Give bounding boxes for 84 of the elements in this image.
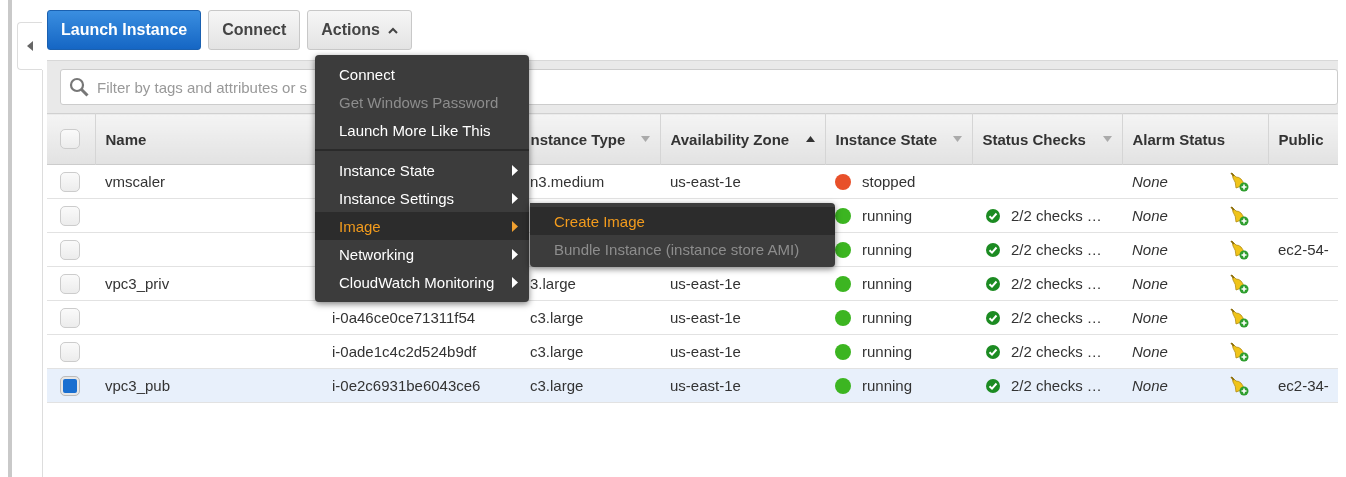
alarm-add-icon[interactable]	[1230, 205, 1250, 226]
table-cell: n3.medium	[530, 173, 605, 190]
check-circle-icon	[986, 344, 1000, 359]
alarm-add-icon[interactable]	[1230, 341, 1250, 362]
alarm-add-icon[interactable]	[1230, 171, 1250, 192]
table-cell: running	[862, 377, 913, 394]
table-cell: running	[862, 309, 913, 326]
table-cell: c3.large	[530, 309, 584, 326]
table-cell: 2/2 checks …	[1011, 377, 1102, 394]
check-circle-icon	[986, 276, 1000, 291]
column-header[interactable]: Public	[1278, 130, 1324, 148]
row-checkbox[interactable]	[60, 239, 80, 260]
column-header[interactable]: Alarm Status	[1132, 130, 1226, 148]
table-cell: i-0a46ce0ce71311f54	[332, 309, 476, 326]
alarm-add-icon[interactable]	[1230, 273, 1250, 294]
table-cell: 3.large	[530, 275, 576, 292]
check-circle-icon	[986, 208, 1000, 223]
table-cell: 2/2 checks …	[1011, 343, 1102, 360]
check-circle-icon	[986, 310, 1000, 325]
column-header[interactable]: nstance Type	[530, 130, 626, 148]
search-icon	[69, 77, 89, 97]
column-header[interactable]: Instance State	[835, 130, 938, 148]
check-circle-icon	[986, 242, 1000, 257]
table-cell: i-0ade1c4c2d524b9df	[332, 343, 477, 360]
menu-item[interactable]: Instance Settings	[315, 184, 529, 212]
toolbar-button[interactable]: Connect	[208, 10, 301, 50]
row-checkbox[interactable]	[60, 171, 80, 192]
row-checkbox[interactable]	[60, 375, 80, 396]
table-cell: vpc3_priv	[105, 275, 170, 292]
alarm-add-icon[interactable]	[1230, 307, 1250, 328]
table-cell: us-east-1e	[670, 309, 741, 326]
collapse-panel-tab[interactable]	[17, 22, 42, 70]
table-cell: ec2-54-	[1278, 241, 1329, 258]
dropdown-caret-icon[interactable]	[952, 136, 962, 142]
table-cell: 2/2 checks …	[1011, 241, 1102, 258]
table-cell: stopped	[862, 173, 916, 190]
table-cell: None	[1132, 173, 1168, 190]
caret-left-icon	[27, 41, 33, 51]
menu-item[interactable]: Launch More Like This	[315, 116, 529, 144]
table-cell: running	[862, 207, 913, 224]
table-cell: us-east-1e	[670, 275, 741, 292]
table-cell: 2/2 checks …	[1011, 309, 1102, 326]
column-header[interactable]: Name	[105, 130, 147, 148]
table-cell: None	[1132, 343, 1168, 360]
table-cell: us-east-1e	[670, 173, 741, 190]
table-cell: vmscaler	[105, 173, 165, 190]
table-cell: us-east-1e	[670, 343, 741, 360]
row-checkbox[interactable]	[60, 341, 80, 362]
column-header[interactable]: Status Checks	[982, 130, 1086, 148]
dropdown-caret-icon[interactable]	[1102, 136, 1112, 142]
menu-item[interactable]: Instance State	[315, 156, 529, 184]
select-all-checkbox[interactable]	[60, 129, 80, 149]
menu-item[interactable]: Networking	[315, 240, 529, 268]
table-cell: None	[1132, 377, 1168, 394]
row-checkbox[interactable]	[60, 307, 80, 328]
table-cell: c3.large	[530, 377, 584, 394]
table-cell: c3.large	[530, 343, 584, 360]
table-cell: i-0e2c6931be6043ce6	[332, 377, 481, 394]
alarm-add-icon[interactable]	[1230, 375, 1250, 396]
row-checkbox[interactable]	[60, 273, 80, 294]
column-header[interactable]: Availability Zone	[670, 130, 790, 148]
table-cell: us-east-1e	[670, 377, 741, 394]
table-cell: 2/2 checks …	[1011, 207, 1102, 224]
alarm-add-icon[interactable]	[1230, 239, 1250, 260]
menu-item[interactable]: CloudWatch Monitoring	[315, 268, 529, 296]
table-cell: None	[1132, 241, 1168, 258]
table-cell: running	[862, 343, 913, 360]
menu-item[interactable]: Image	[315, 212, 529, 240]
table-cell: vpc3_pub	[105, 377, 171, 394]
menu-item[interactable]: Create Image	[530, 207, 835, 235]
dropdown-caret-icon[interactable]	[640, 136, 650, 142]
table-cell: None	[1132, 309, 1168, 326]
toolbar-button[interactable]: Actions	[307, 10, 412, 50]
table-cell: None	[1132, 207, 1168, 224]
table-cell: running	[862, 241, 913, 258]
table-cell: ec2-34-	[1278, 377, 1329, 394]
sort-ascending-icon[interactable]	[805, 136, 815, 142]
table-cell: None	[1132, 275, 1168, 292]
chevron-icon	[387, 26, 398, 34]
table-cell: running	[862, 275, 913, 292]
row-checkbox[interactable]	[60, 205, 80, 226]
table-cell: 2/2 checks …	[1011, 275, 1102, 292]
toolbar-button[interactable]: Launch Instance	[47, 10, 202, 50]
check-circle-icon	[986, 378, 1000, 393]
